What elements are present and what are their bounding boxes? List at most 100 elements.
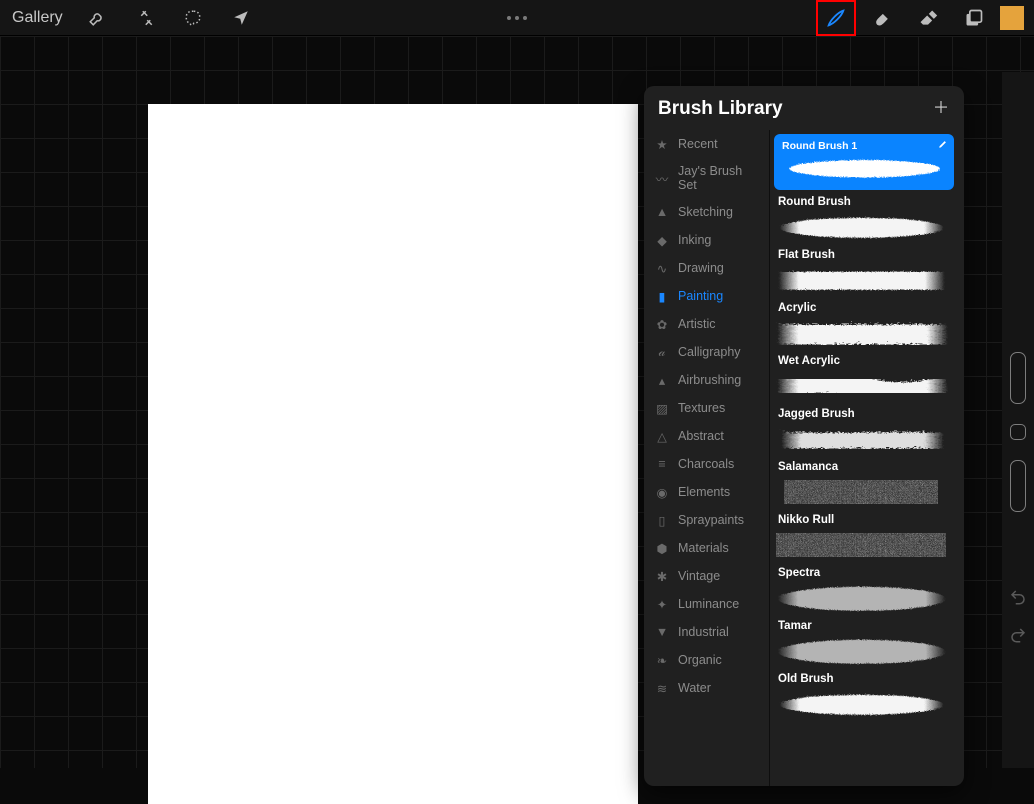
brush-item[interactable]: Salamanca bbox=[774, 461, 958, 508]
category-label: Recent bbox=[678, 137, 718, 151]
category-icon: ✦ bbox=[654, 596, 670, 612]
brush-name: Old Brush bbox=[778, 673, 958, 685]
category-label: Textures bbox=[678, 401, 725, 415]
brush-item[interactable]: Wet Acrylic bbox=[774, 355, 958, 402]
panel-header: Brush Library bbox=[644, 86, 964, 130]
brush-preview bbox=[774, 476, 948, 508]
category-item-spraypaints[interactable]: ▯Spraypaints bbox=[644, 506, 769, 534]
category-item-materials[interactable]: ⬢ Materials bbox=[644, 534, 769, 562]
brush-preview bbox=[774, 264, 948, 296]
redo-icon[interactable] bbox=[1009, 626, 1027, 644]
category-item-vintage[interactable]: ✱Vintage bbox=[644, 562, 769, 590]
category-label: Spraypaints bbox=[678, 513, 744, 527]
color-swatch[interactable] bbox=[1000, 6, 1024, 30]
brush-preview bbox=[774, 317, 948, 349]
category-item-charcoals[interactable]: ≡Charcoals bbox=[644, 450, 769, 478]
category-icon: 〰 bbox=[654, 170, 670, 186]
wrench-icon[interactable] bbox=[77, 0, 117, 36]
category-item-organic[interactable]: ❧Organic bbox=[644, 646, 769, 674]
category-icon: ∿ bbox=[654, 260, 670, 276]
category-label: Inking bbox=[678, 233, 711, 247]
ellipsis-menu[interactable] bbox=[507, 16, 527, 20]
category-icon: ✿ bbox=[654, 316, 670, 332]
brush-preview bbox=[774, 582, 948, 614]
category-item-painting[interactable]: ▮ Painting bbox=[644, 282, 769, 310]
brush-item[interactable]: Jagged Brush bbox=[774, 408, 958, 455]
category-item-artistic[interactable]: ✿ Artistic bbox=[644, 310, 769, 338]
undo-icon[interactable] bbox=[1009, 588, 1027, 606]
layers-button[interactable] bbox=[954, 0, 994, 36]
category-item-airbrushing[interactable]: ▴ Airbrushing bbox=[644, 366, 769, 394]
brush-preview bbox=[774, 529, 948, 561]
category-icon: ▴ bbox=[654, 372, 670, 388]
brush-library-panel: Brush Library ★ Recent 〰 Jay's Brush Set ▲Sk… bbox=[644, 86, 964, 786]
category-icon: ⬢ bbox=[654, 540, 670, 556]
category-icon: ≋ bbox=[654, 680, 670, 696]
category-label: Luminance bbox=[678, 597, 739, 611]
category-item-drawing[interactable]: ∿ Drawing bbox=[644, 254, 769, 282]
brush-name: Nikko Rull bbox=[778, 514, 958, 526]
brush-name: Salamanca bbox=[778, 461, 958, 473]
category-item-sketching[interactable]: ▲Sketching bbox=[644, 198, 769, 226]
adjustments-icon[interactable] bbox=[125, 0, 165, 36]
brush-item[interactable]: Flat Brush bbox=[774, 249, 958, 296]
category-label: Elements bbox=[678, 485, 730, 499]
brush-name: Jagged Brush bbox=[778, 408, 958, 420]
category-label: Jay's Brush Set bbox=[678, 164, 761, 192]
category-icon: ★ bbox=[654, 136, 670, 152]
brush-name: Round Brush 1 bbox=[782, 140, 857, 152]
brush-name: Tamar bbox=[778, 620, 958, 632]
category-label: Painting bbox=[678, 289, 723, 303]
panel-title: Brush Library bbox=[658, 98, 783, 120]
brush-item[interactable]: Spectra bbox=[774, 567, 958, 614]
category-item-industrial[interactable]: ▼Industrial bbox=[644, 618, 769, 646]
brush-item[interactable]: Tamar bbox=[774, 620, 958, 667]
modify-button[interactable] bbox=[1010, 424, 1026, 440]
brush-item[interactable]: Nikko Rull bbox=[774, 514, 958, 561]
smudge-tool-button[interactable] bbox=[862, 0, 902, 36]
category-icon: ▮ bbox=[654, 288, 670, 304]
category-item-water[interactable]: ≋ Water bbox=[644, 674, 769, 702]
category-label: Abstract bbox=[678, 429, 724, 443]
brush-item[interactable]: Round Brush bbox=[774, 196, 958, 243]
category-icon: ▼ bbox=[654, 624, 670, 640]
edit-brush-icon[interactable] bbox=[938, 138, 948, 152]
category-label: Water bbox=[678, 681, 711, 695]
category-icon: ▨ bbox=[654, 400, 670, 416]
category-item-inking[interactable]: ◆Inking bbox=[644, 226, 769, 254]
category-label: Artistic bbox=[678, 317, 716, 331]
category-label: Organic bbox=[678, 653, 722, 667]
brush-name: Acrylic bbox=[778, 302, 958, 314]
move-icon[interactable] bbox=[221, 0, 261, 36]
category-item-calligraphy[interactable]: 𝒶 Calligraphy bbox=[644, 338, 769, 366]
top-toolbar-left: Gallery bbox=[6, 0, 261, 36]
category-label: Materials bbox=[678, 541, 729, 555]
brush-preview bbox=[774, 423, 948, 455]
brush-item[interactable]: Old Brush bbox=[774, 673, 958, 720]
gallery-button[interactable]: Gallery bbox=[6, 9, 69, 27]
brush-opacity-slider[interactable] bbox=[1010, 460, 1026, 512]
category-label: Drawing bbox=[678, 261, 724, 275]
canvas[interactable] bbox=[148, 104, 638, 804]
category-item-textures[interactable]: ▨ Textures bbox=[644, 394, 769, 422]
brush-preview bbox=[774, 688, 948, 720]
category-item-luminance[interactable]: ✦ Luminance bbox=[644, 590, 769, 618]
eraser-tool-button[interactable] bbox=[908, 0, 948, 36]
brush-item[interactable]: Acrylic bbox=[774, 302, 958, 349]
category-icon: 𝒶 bbox=[654, 344, 670, 360]
category-item-abstract[interactable]: △Abstract bbox=[644, 422, 769, 450]
add-brush-button[interactable] bbox=[932, 96, 950, 122]
selection-icon[interactable] bbox=[173, 0, 213, 36]
brush-size-slider[interactable] bbox=[1010, 352, 1026, 404]
category-item-recent[interactable]: ★ Recent bbox=[644, 130, 769, 158]
category-label: Calligraphy bbox=[678, 345, 741, 359]
brush-preview bbox=[774, 211, 948, 243]
brush-tool-button[interactable] bbox=[816, 0, 856, 36]
top-toolbar-right bbox=[816, 0, 1028, 36]
category-label: Airbrushing bbox=[678, 373, 741, 387]
brush-name: Flat Brush bbox=[778, 249, 958, 261]
category-item-jay-s-brush-set[interactable]: 〰 Jay's Brush Set bbox=[644, 158, 769, 198]
brush-item-selected[interactable]: Round Brush 1 bbox=[774, 134, 954, 190]
category-label: Vintage bbox=[678, 569, 720, 583]
category-item-elements[interactable]: ◉Elements bbox=[644, 478, 769, 506]
